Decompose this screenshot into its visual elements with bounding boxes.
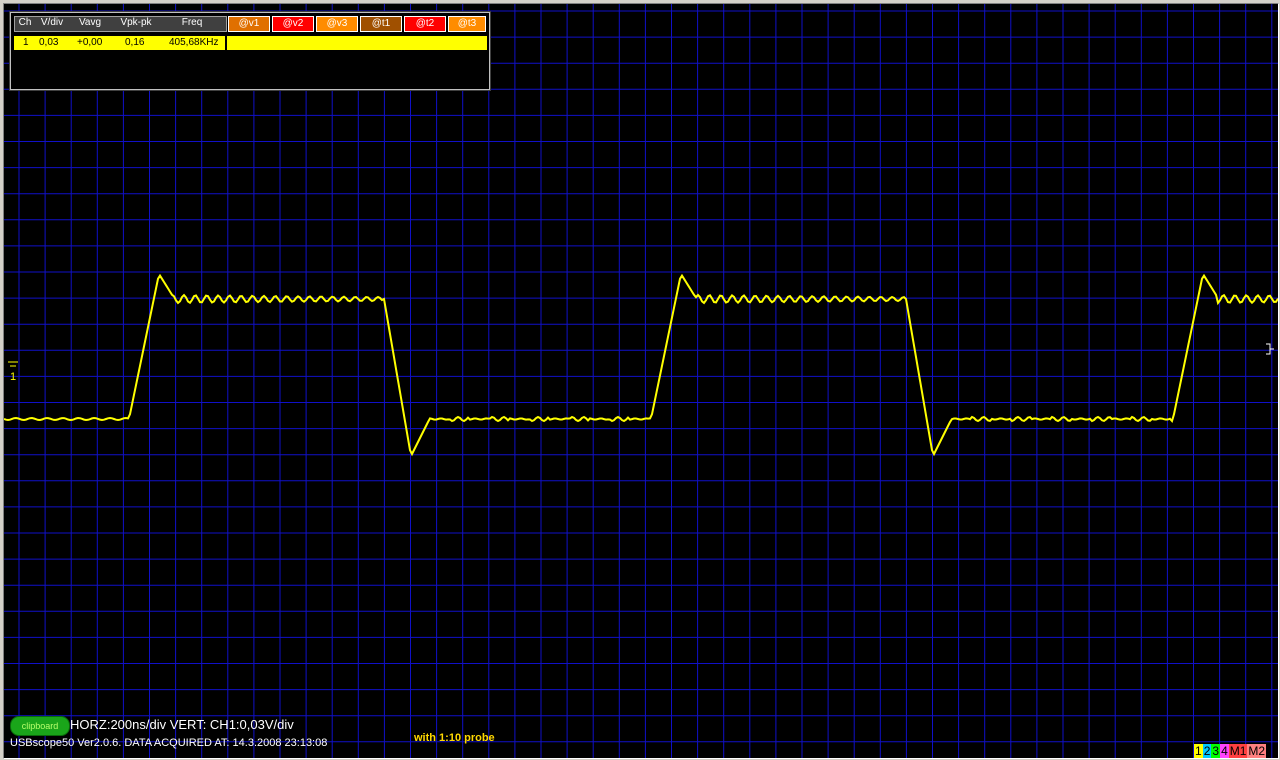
channel-select-2[interactable]: 2 <box>1202 744 1212 758</box>
channel-select-3[interactable]: 3 <box>1211 744 1221 758</box>
channel1-trace <box>4 273 1278 457</box>
clipboard-button[interactable]: clipboard <box>10 716 70 736</box>
cursor-t3-header[interactable]: @t3 <box>448 16 486 32</box>
header-vpkpk: Vpk-pk <box>120 17 152 28</box>
header-vdiv: V/div <box>40 17 64 28</box>
header-freq: Freq <box>181 17 203 28</box>
channel-select-4[interactable]: 4 <box>1220 744 1229 758</box>
channel-select-m2[interactable]: M2 <box>1247 744 1267 758</box>
waveform-canvas[interactable]: 1 <box>4 4 1278 758</box>
cursor-v3-header[interactable]: @v3 <box>316 16 358 32</box>
cursor-t1-header[interactable]: @t1 <box>360 16 402 32</box>
row-freq: 405,68KHz <box>169 37 219 48</box>
acquisition-info: USBscope50 Ver2.0.6. DATA ACQUIRED AT: 1… <box>10 737 328 749</box>
row-ch: 1 <box>23 37 29 48</box>
row-vpkpk: 0,16 <box>125 37 145 48</box>
measurement-panel: Ch V/div Vavg Vpk-pk Freq @v1 @v2 @v3 @t… <box>10 12 490 90</box>
header-ch: Ch <box>18 17 32 28</box>
channel-select-1[interactable]: 1 <box>1194 744 1203 758</box>
scope-display[interactable]: 1 Ch V/div Vavg Vpk-pk Freq @v1 @v2 @v3 … <box>3 3 1279 759</box>
channel1-cursor-row <box>227 36 487 50</box>
trigger-level-marker <box>1266 343 1274 355</box>
ground-marker: 1 <box>10 371 16 383</box>
row-vavg: +0,00 <box>77 37 103 48</box>
channel-select-m1[interactable]: M1 <box>1228 744 1248 758</box>
cursor-t2-header[interactable]: @t2 <box>404 16 446 32</box>
cursor-v1-header[interactable]: @v1 <box>228 16 270 32</box>
probe-annotation: with 1:10 probe <box>414 732 495 744</box>
cursor-v2-header[interactable]: @v2 <box>272 16 314 32</box>
scale-readout: HORZ:200ns/div VERT: CH1:0,03V/div <box>70 717 294 732</box>
row-vdiv: 0,03 <box>39 37 59 48</box>
channel-selector[interactable]: 1 2 3 4 M1 M2 <box>1194 744 1267 758</box>
header-vavg: Vavg <box>78 17 102 28</box>
